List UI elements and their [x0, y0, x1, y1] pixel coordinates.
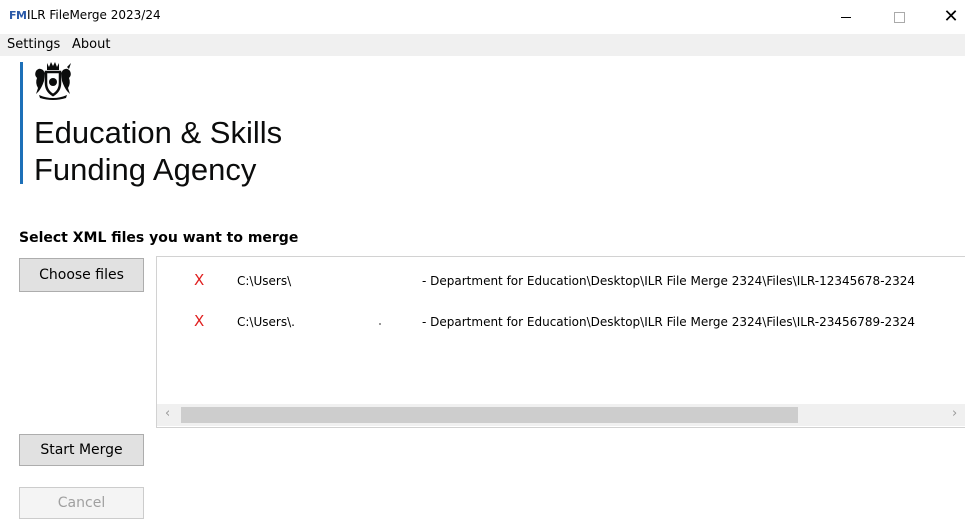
close-button[interactable]: ✕	[928, 0, 965, 34]
maximize-button[interactable]	[876, 0, 922, 34]
menu-settings[interactable]: Settings	[7, 37, 60, 52]
file-list: X C:\Users\ - Department for Education\D…	[156, 256, 965, 428]
horizontal-scrollbar[interactable]: ‹ ›	[157, 404, 965, 426]
scroll-right-icon[interactable]: ›	[952, 406, 957, 421]
app-icon: FM	[9, 9, 27, 22]
royal-crest-icon	[33, 61, 73, 105]
file-path-end: - Department for Education\Desktop\ILR F…	[422, 274, 916, 288]
file-path-start: C:\Users\.	[237, 315, 295, 329]
file-list-item: X C:\Users\ - Department for Education\D…	[157, 271, 965, 293]
org-name-line2: Funding Agency	[34, 152, 257, 187]
minimize-icon	[841, 16, 851, 18]
logo-accent-bar	[20, 62, 23, 184]
section-heading: Select XML files you want to merge	[19, 230, 299, 246]
remove-file-button[interactable]: X	[194, 271, 204, 289]
remove-file-button[interactable]: X	[194, 312, 204, 330]
file-path-end: - Department for Education\Desktop\ILR F…	[422, 315, 916, 329]
start-merge-button[interactable]: Start Merge	[19, 434, 144, 466]
window-title: ILR FileMerge 2023/24	[27, 8, 161, 22]
title-bar: FM ILR FileMerge 2023/24 ✕	[0, 0, 965, 34]
redaction-speck	[379, 323, 381, 325]
scrollbar-thumb[interactable]	[181, 407, 798, 423]
menu-bar: Settings About	[0, 34, 965, 56]
file-path-start: C:\Users\	[237, 274, 292, 288]
scroll-left-icon[interactable]: ‹	[165, 406, 170, 421]
choose-files-button[interactable]: Choose files	[19, 258, 144, 292]
org-name-line1: Education & Skills	[34, 115, 283, 150]
close-icon: ✕	[943, 6, 959, 27]
file-list-item: X C:\Users\. - Department for Education\…	[157, 312, 965, 334]
menu-about[interactable]: About	[72, 37, 110, 52]
organisation-name: Education & Skills Funding Agency	[34, 114, 282, 188]
minimize-button[interactable]	[823, 0, 869, 34]
cancel-button[interactable]: Cancel	[19, 487, 144, 519]
maximize-icon	[893, 11, 905, 23]
